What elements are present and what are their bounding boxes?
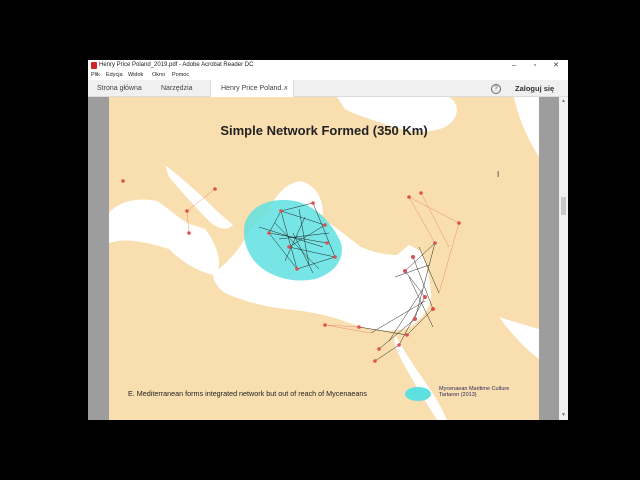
menu-bar: Plik Edycja Widok Okno Pomoc [88,71,568,80]
menu-help[interactable]: Pomoc [172,72,189,78]
title-bar: Henry Price Poland_2019.pdf - Adobe Acro… [88,60,568,71]
slide-caption: E. Mediterranean forms integrated networ… [128,389,367,398]
node [325,241,329,245]
node [419,191,423,195]
node [187,231,191,235]
node [267,231,271,235]
legend-label: Mycenaean Maritime Culture Tartaron (201… [439,386,509,398]
scroll-up-icon[interactable]: ▲ [560,98,567,105]
text-cursor-icon: I [497,170,500,179]
maximize-button[interactable]: ▫ [525,60,545,71]
scroll-thumb[interactable] [561,197,566,215]
node [295,267,299,271]
node [323,223,327,227]
minimize-button[interactable]: – [504,60,524,71]
node [323,323,327,327]
legend-swatch [405,387,431,401]
tab-bar: Strona główna Narzędzia Henry Price Pola… [88,80,568,97]
node [185,209,189,213]
scroll-down-icon[interactable]: ▼ [560,412,567,419]
node [403,269,407,273]
close-window-button[interactable]: ✕ [546,60,566,71]
tab-document[interactable]: Henry Price Poland... × [210,80,294,97]
tab-document-label: Henry Price Poland... [221,85,288,92]
node [405,333,409,337]
node [457,221,461,225]
slide-title: Simple Network Formed (350 Km) [220,123,428,138]
node [423,295,427,299]
menu-view[interactable]: Widok [128,72,143,78]
node [377,347,381,351]
node [287,245,291,249]
vertical-scrollbar[interactable]: ▲ ▼ [559,97,568,420]
node [407,195,411,199]
help-icon[interactable]: ? [491,84,501,94]
menu-file[interactable]: Plik [91,72,100,78]
node [431,307,435,311]
window-title: Henry Price Poland_2019.pdf - Adobe Acro… [99,62,254,68]
node [279,209,283,213]
menu-edit[interactable]: Edycja [106,72,123,78]
node [121,179,125,183]
red-sea [394,335,447,420]
node [433,241,437,245]
acrobat-app-icon [91,62,97,69]
network-map [109,97,539,420]
login-button[interactable]: Zaloguj się [515,80,554,97]
node [333,255,337,259]
legend-line-2: Tartaron (2013) [439,392,477,398]
tab-tools[interactable]: Narzędzia [161,80,193,97]
close-tab-icon[interactable]: × [284,80,288,97]
menu-window[interactable]: Okno [152,72,165,78]
document-viewer[interactable]: Simple Network Formed (350 Km) E. Medite… [88,97,568,420]
tab-home[interactable]: Strona główna [97,80,142,97]
node [397,343,401,347]
node [413,317,417,321]
pdf-page: Simple Network Formed (350 Km) E. Medite… [109,97,539,420]
persian-gulf [499,317,539,359]
node [357,325,361,329]
acrobat-window: Henry Price Poland_2019.pdf - Adobe Acro… [88,60,568,420]
node [373,359,377,363]
node [213,187,217,191]
node [411,255,415,259]
node [311,201,315,205]
